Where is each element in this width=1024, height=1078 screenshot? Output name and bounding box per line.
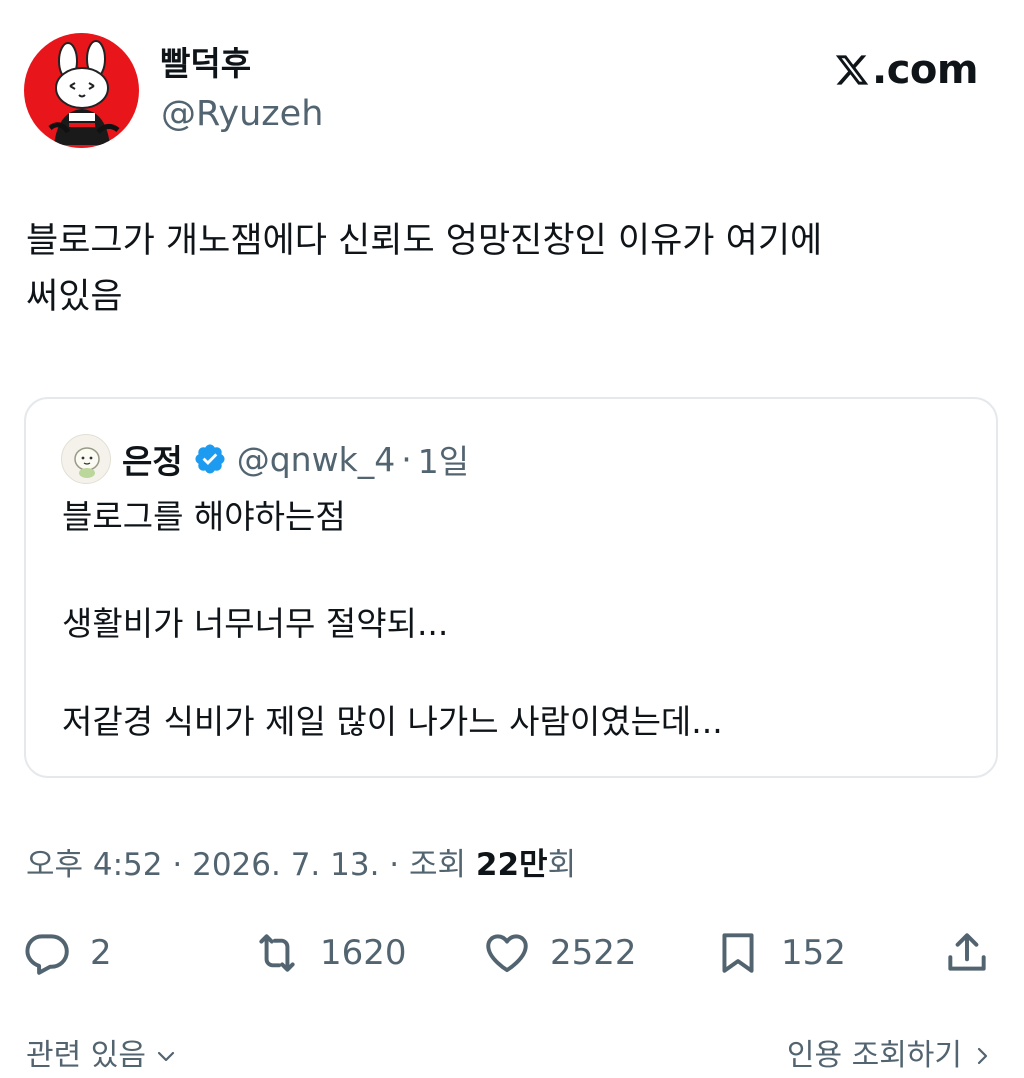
avatar-character-icon: [74, 447, 100, 478]
tweet-date[interactable]: 2026. 7. 13.: [192, 847, 379, 883]
retweet-count: 1620: [320, 933, 407, 973]
bookmark-count: 152: [781, 933, 846, 973]
tweet-meta: 오후 4:52 · 2026. 7. 13. · 조회 22만회: [26, 843, 576, 887]
quote-author-name[interactable]: 은정: [122, 435, 183, 483]
brand-text: .com: [872, 47, 979, 93]
heart-icon: [486, 934, 528, 973]
view-quotes-link[interactable]: 인용 조회하기: [787, 1034, 994, 1078]
like-button[interactable]: 2522: [482, 925, 637, 981]
views-unit: 회: [547, 847, 577, 883]
related-toggle[interactable]: 관련 있음: [26, 1034, 178, 1078]
meta-separator: ·: [172, 847, 183, 883]
meta-separator: ·: [389, 847, 400, 883]
quote-text-line: 블로그를 해야하는점: [62, 497, 346, 536]
quoted-tweet-card[interactable]: 은정 @qnwk_4 · 1일 블로그를 해야하는점 생활비가 너무너무 절약되…: [24, 397, 998, 778]
chevron-down-icon: [157, 1051, 175, 1062]
retweet-button[interactable]: 1620: [252, 925, 407, 981]
x-logo-icon: [835, 55, 869, 85]
x-brand: .com: [834, 43, 979, 97]
share-button[interactable]: [942, 925, 992, 981]
quote-time[interactable]: 1일: [418, 435, 469, 483]
tweet-line: 써있음: [26, 277, 123, 317]
related-label: 관련 있음: [26, 1038, 146, 1073]
view-quotes-label: 인용 조회하기: [786, 1038, 962, 1073]
chevron-right-icon: [977, 1047, 988, 1065]
retweet-icon: [259, 934, 295, 972]
quote-text-line: 저같경 식비가 제일 많이 나가느 사람이였는데...: [62, 702, 723, 741]
views-label: 조회: [409, 847, 467, 883]
author-handle[interactable]: @Ryuzeh: [161, 92, 323, 136]
like-count: 2522: [550, 933, 637, 973]
reply-icon: [25, 934, 69, 975]
verified-badge-icon: [195, 444, 225, 474]
bookmark-button[interactable]: 152: [713, 925, 846, 981]
avatar-bunny-icon: [24, 33, 139, 148]
author-avatar[interactable]: [24, 33, 139, 148]
quote-header: 은정 @qnwk_4 · 1일: [122, 435, 469, 483]
views-count: 22만: [475, 847, 548, 883]
reply-count: 2: [90, 933, 112, 973]
reply-button[interactable]: 2: [22, 925, 112, 981]
quote-author-avatar: [61, 434, 111, 484]
tweet-text: 블로그가 개노잼에다 신뢰도 엉망진창인 이유가 여기에 써있음: [26, 213, 996, 325]
tweet-time[interactable]: 오후 4:52: [26, 847, 163, 883]
action-bar: 2 1620 2522 152: [0, 925, 1024, 981]
quote-text-line: 생활비가 너무너무 절약되...: [62, 604, 449, 643]
author-display-name[interactable]: 빨덕후: [160, 42, 251, 86]
share-icon: [948, 933, 986, 971]
quote-author-handle[interactable]: @qnwk_4: [237, 440, 395, 479]
quote-separator: ·: [401, 439, 412, 479]
tweet-line: 블로그가 개노잼에다 신뢰도 엉망진창인 이유가 여기에: [26, 221, 823, 261]
bookmark-icon: [722, 933, 754, 973]
